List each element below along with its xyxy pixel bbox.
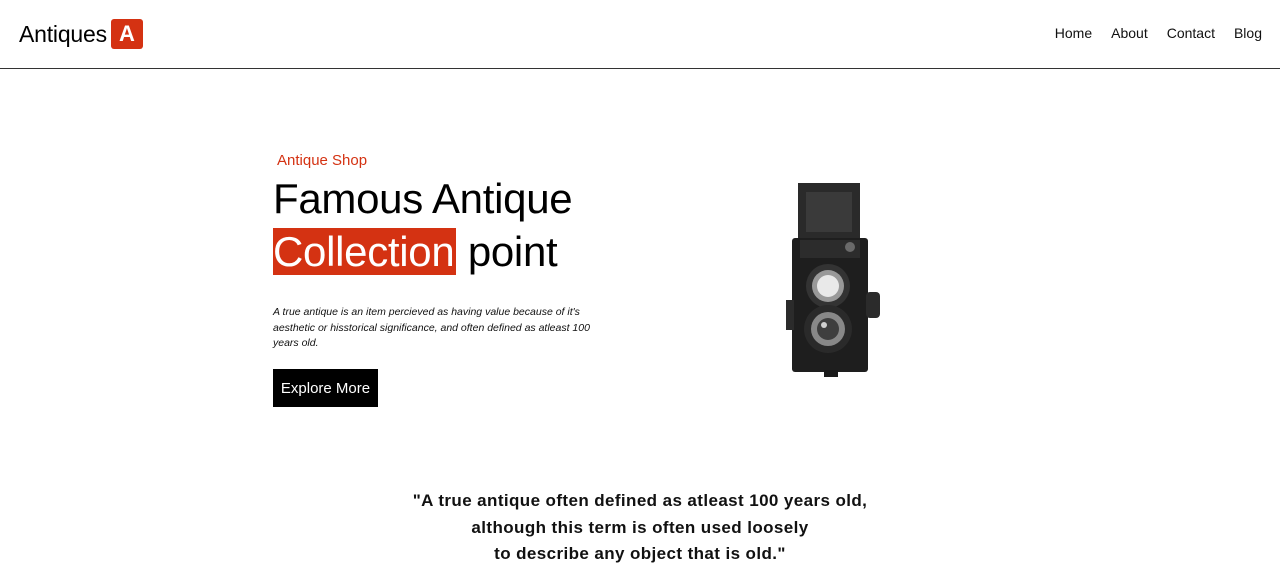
hero-title-end: point [467, 228, 558, 275]
brand-logo[interactable]: Antiques A [19, 18, 143, 50]
camera-viewing-lens-glass [817, 275, 839, 297]
hero-eyebrow: Antique Shop [277, 152, 368, 169]
brand-badge: A [110, 19, 143, 49]
explore-more-button[interactable]: Explore More [273, 369, 378, 407]
hero-title-line1: Famous Antique [273, 175, 573, 222]
camera-top-dial [845, 242, 855, 252]
camera-hood-panel [806, 192, 852, 232]
nav-contact-link[interactable]: Contact [1167, 25, 1215, 41]
camera-image [786, 183, 880, 377]
nav-home-link[interactable]: Home [1055, 25, 1092, 41]
camera-focus-knob [866, 292, 880, 318]
hero-title: Famous Antique Collection point [273, 172, 573, 278]
hero-description: A true antique is an item percieved as h… [273, 306, 590, 349]
quote-line-2: although this term is often used loosely [471, 517, 809, 537]
nav-about-link[interactable]: About [1111, 25, 1148, 41]
camera-taking-lens-glass [817, 318, 839, 340]
quote-line-3: to describe any object that is old." [494, 544, 786, 563]
quote-line-1: "A true antique often defined as atleast… [412, 491, 868, 510]
quote-block: "A true antique often defined as atleast… [340, 488, 940, 568]
camera-tripod-mount [824, 370, 838, 377]
camera-lens-reflection [821, 322, 827, 328]
navbar: Antiques A Home About Contact Blog [0, 0, 1280, 69]
main-nav: Home About Contact Blog [1055, 25, 1262, 41]
brand-name: Antiques [19, 20, 107, 47]
hero-title-highlight: Collection [273, 228, 457, 275]
nav-blog-link[interactable]: Blog [1234, 25, 1262, 41]
camera-side-strap-lug [786, 300, 794, 330]
